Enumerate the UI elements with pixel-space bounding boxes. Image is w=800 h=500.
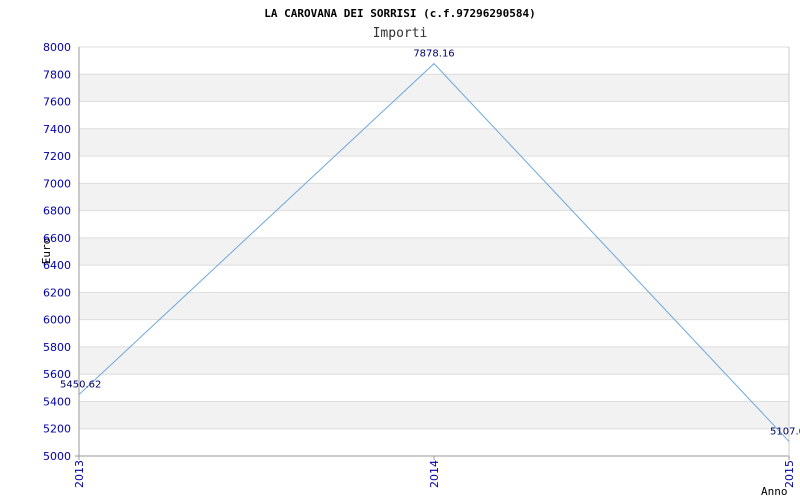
x-tick-label: 2014 [428,460,441,488]
line-chart: LA CAROVANA DEI SORRISI (c.f.97296290584… [40,7,800,498]
plot-band [79,183,789,211]
x-tick-labels: 2013 2014 2015 [73,456,796,488]
plot-band [79,128,789,157]
plot-band [79,237,789,266]
x-tick-label: 2015 [783,460,796,488]
y-tick-label: 7400 [43,123,71,136]
chart-title: LA CAROVANA DEI SORRISI (c.f.97296290584… [264,7,536,20]
x-axis-label: Anno [761,485,788,498]
data-label: 5450.62 [60,380,101,391]
y-tick-label: 7000 [43,177,71,190]
y-tick-label: 7800 [43,68,71,81]
plot-band [79,374,789,402]
y-tick-label: 6800 [43,205,71,218]
y-axis-label: Euro [40,238,53,265]
y-tick-label: 5000 [43,450,71,463]
y-tick-label: 6000 [43,314,71,327]
plot-band [79,319,789,347]
x-tick-label: 2013 [73,460,86,488]
y-tick-label: 5200 [43,423,71,436]
plot-band [79,74,789,102]
plot-band [79,156,789,184]
plot-bands [79,47,789,456]
y-tick-label: 5800 [43,341,71,354]
plot-band [79,265,789,293]
plot-band [79,210,789,238]
plot-band [79,101,789,129]
y-tick-label: 6200 [43,286,71,299]
data-label: 7878.16 [413,49,454,60]
plot-band [79,428,789,456]
plot-band [79,401,789,429]
plot-band [79,346,789,375]
y-tick-label: 8000 [43,41,71,54]
y-tick-label: 5400 [43,395,71,408]
plot-band [79,292,789,320]
data-label: 5107.0 [770,426,800,437]
chart-subtitle: Importi [373,26,428,41]
y-tick-label: 7600 [43,96,71,109]
y-tick-label: 7200 [43,150,71,163]
